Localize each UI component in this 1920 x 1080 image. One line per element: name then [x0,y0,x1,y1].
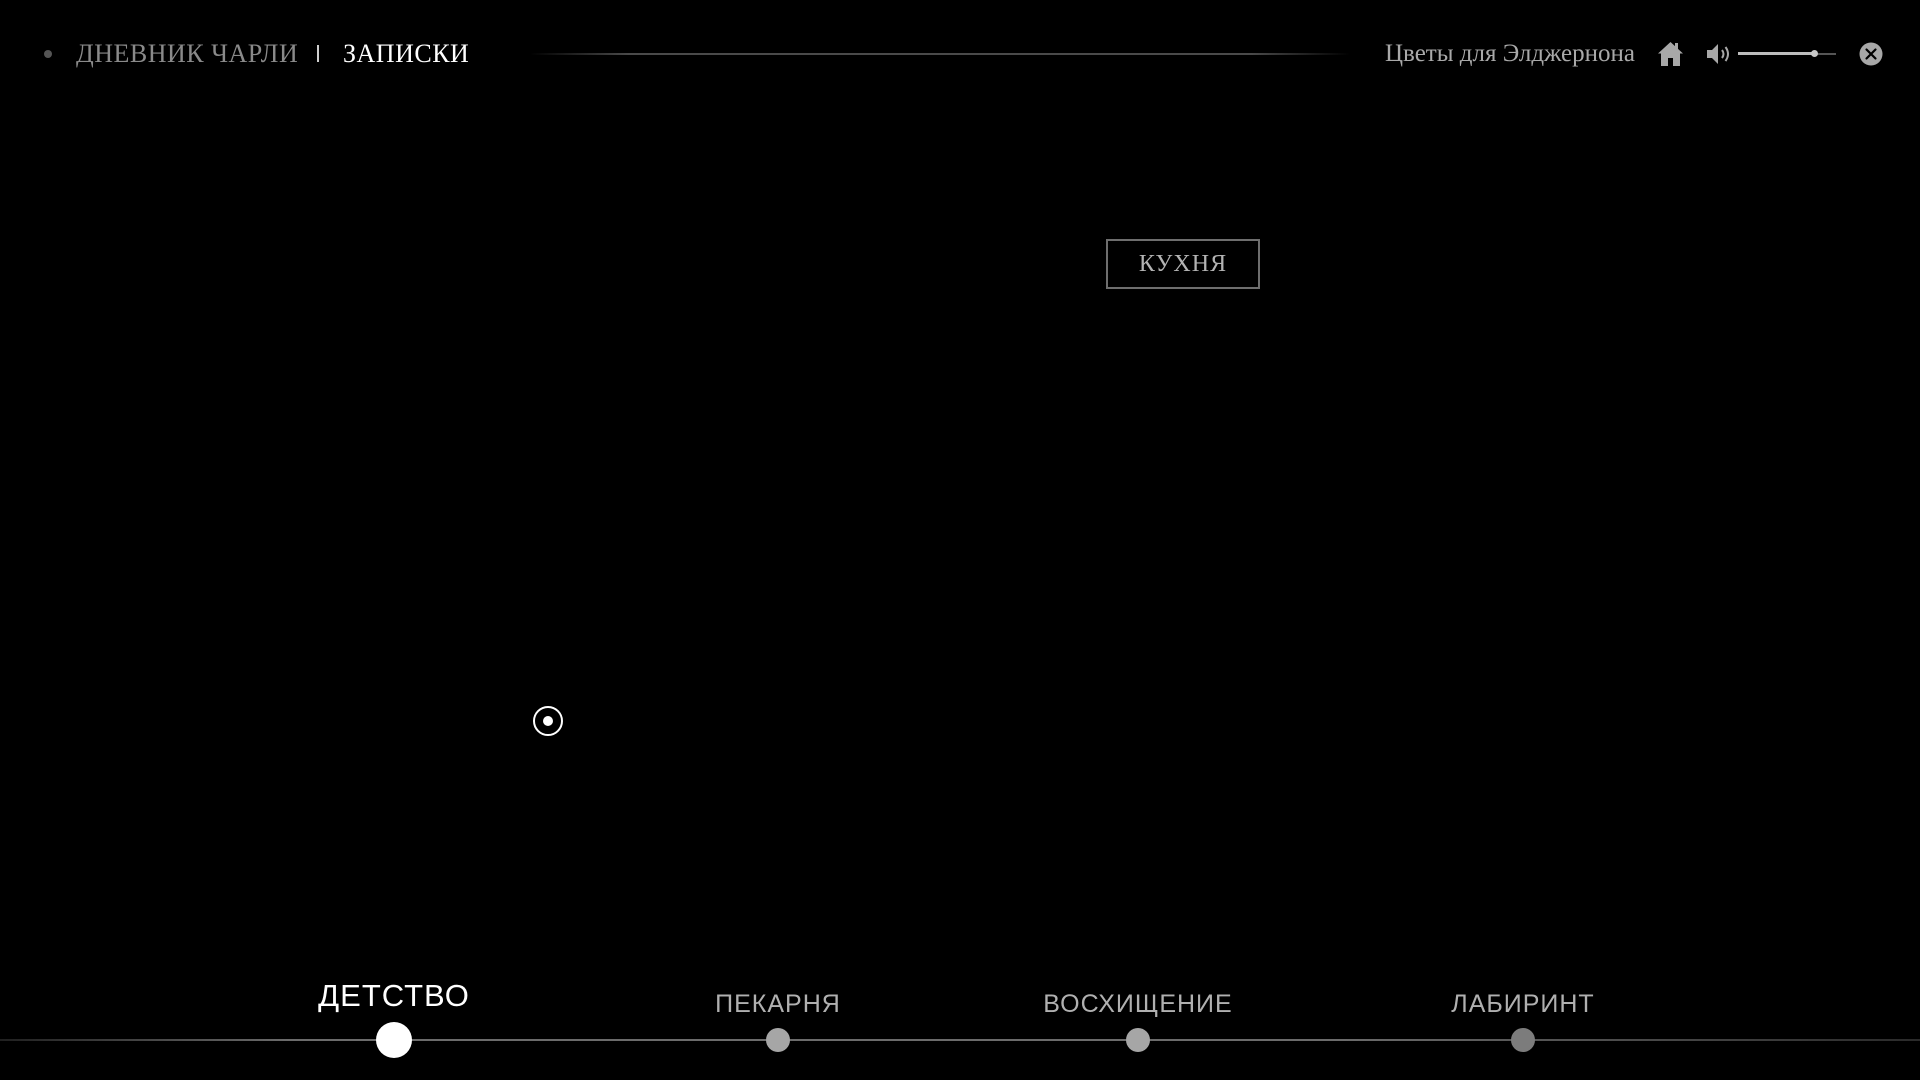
breadcrumb-notes-current: ЗАПИСКИ [343,39,470,68]
chapter-label: ЛАБИРИНТ [1451,990,1595,1018]
chapter-bakery[interactable]: ПЕКАРНЯ [628,940,928,1060]
chapter-dot[interactable] [766,1028,790,1052]
top-bar: ДНЕВНИК ЧАРЛИ ЗАПИСКИ Цветы для Элджерно… [0,0,1920,108]
breadcrumb-diary-link[interactable]: ДНЕВНИК ЧАРЛИ [76,38,298,70]
cursor-target-icon [533,706,563,736]
volume-fill [1738,52,1814,55]
chapter-admiration[interactable]: ВОСХИЩЕНИЕ [988,940,1288,1060]
chapter-dot[interactable] [376,1022,412,1058]
chapter-labyrinth[interactable]: ЛАБИРИНТ [1373,940,1673,1060]
volume-knob[interactable] [1811,50,1818,57]
chapter-label: ВОСХИЩЕНИЕ [1043,990,1233,1018]
chapter-childhood[interactable]: ДЕТСТВО [244,940,544,1060]
breadcrumb-bullet [44,50,52,58]
chapter-label: ДЕТСТВО [318,978,470,1013]
breadcrumb-separator [317,45,319,62]
volume-slider[interactable] [1738,44,1836,64]
game-title: Цветы для Элджернона [1385,40,1635,67]
chapter-dot[interactable] [1511,1028,1535,1052]
location-label[interactable]: КУХНЯ [1106,239,1260,289]
home-icon[interactable] [1657,41,1684,67]
chapter-label: ПЕКАРНЯ [715,990,841,1018]
chapter-timeline: ДЕТСТВО ПЕКАРНЯ ВОСХИЩЕНИЕ ЛАБИРИНТ [0,940,1920,1080]
close-icon[interactable] [1859,42,1883,66]
chapter-dot[interactable] [1126,1028,1150,1052]
header-divider [530,53,1350,55]
volume-icon[interactable] [1706,42,1734,66]
